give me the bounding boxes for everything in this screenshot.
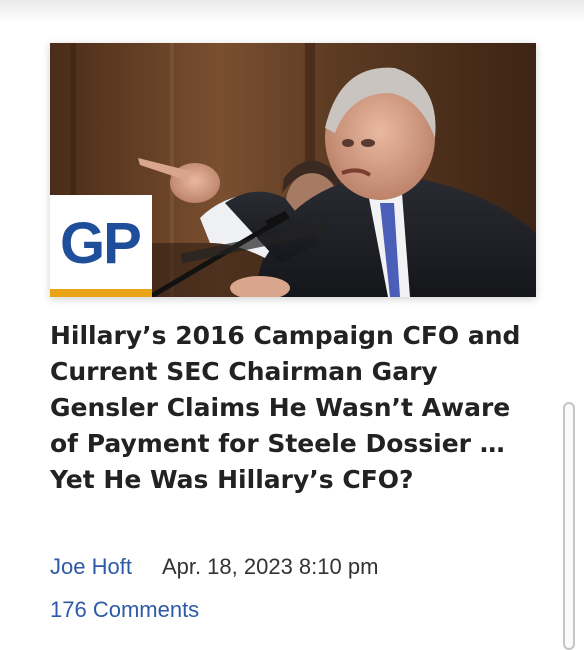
publish-date: Apr. 18, 2023 8:10 pm xyxy=(161,554,379,579)
comments-link[interactable]: 176 Comments xyxy=(50,596,199,624)
logo-text: GP xyxy=(60,211,142,276)
site-logo[interactable]: GP xyxy=(50,195,152,297)
author-link[interactable]: Joe Hoft xyxy=(50,554,132,579)
article-headline[interactable]: Hillary’s 2016 Campaign CFO and Current … xyxy=(50,318,540,498)
top-shadow xyxy=(0,0,584,22)
article-card: GP Hillary’s 2016 Campaign CFO and Curre… xyxy=(0,0,584,650)
scrollbar[interactable] xyxy=(563,402,575,650)
article-image[interactable]: GP xyxy=(50,43,536,297)
article-meta: Joe Hoft Apr. 18, 2023 8:10 pm xyxy=(50,553,378,581)
